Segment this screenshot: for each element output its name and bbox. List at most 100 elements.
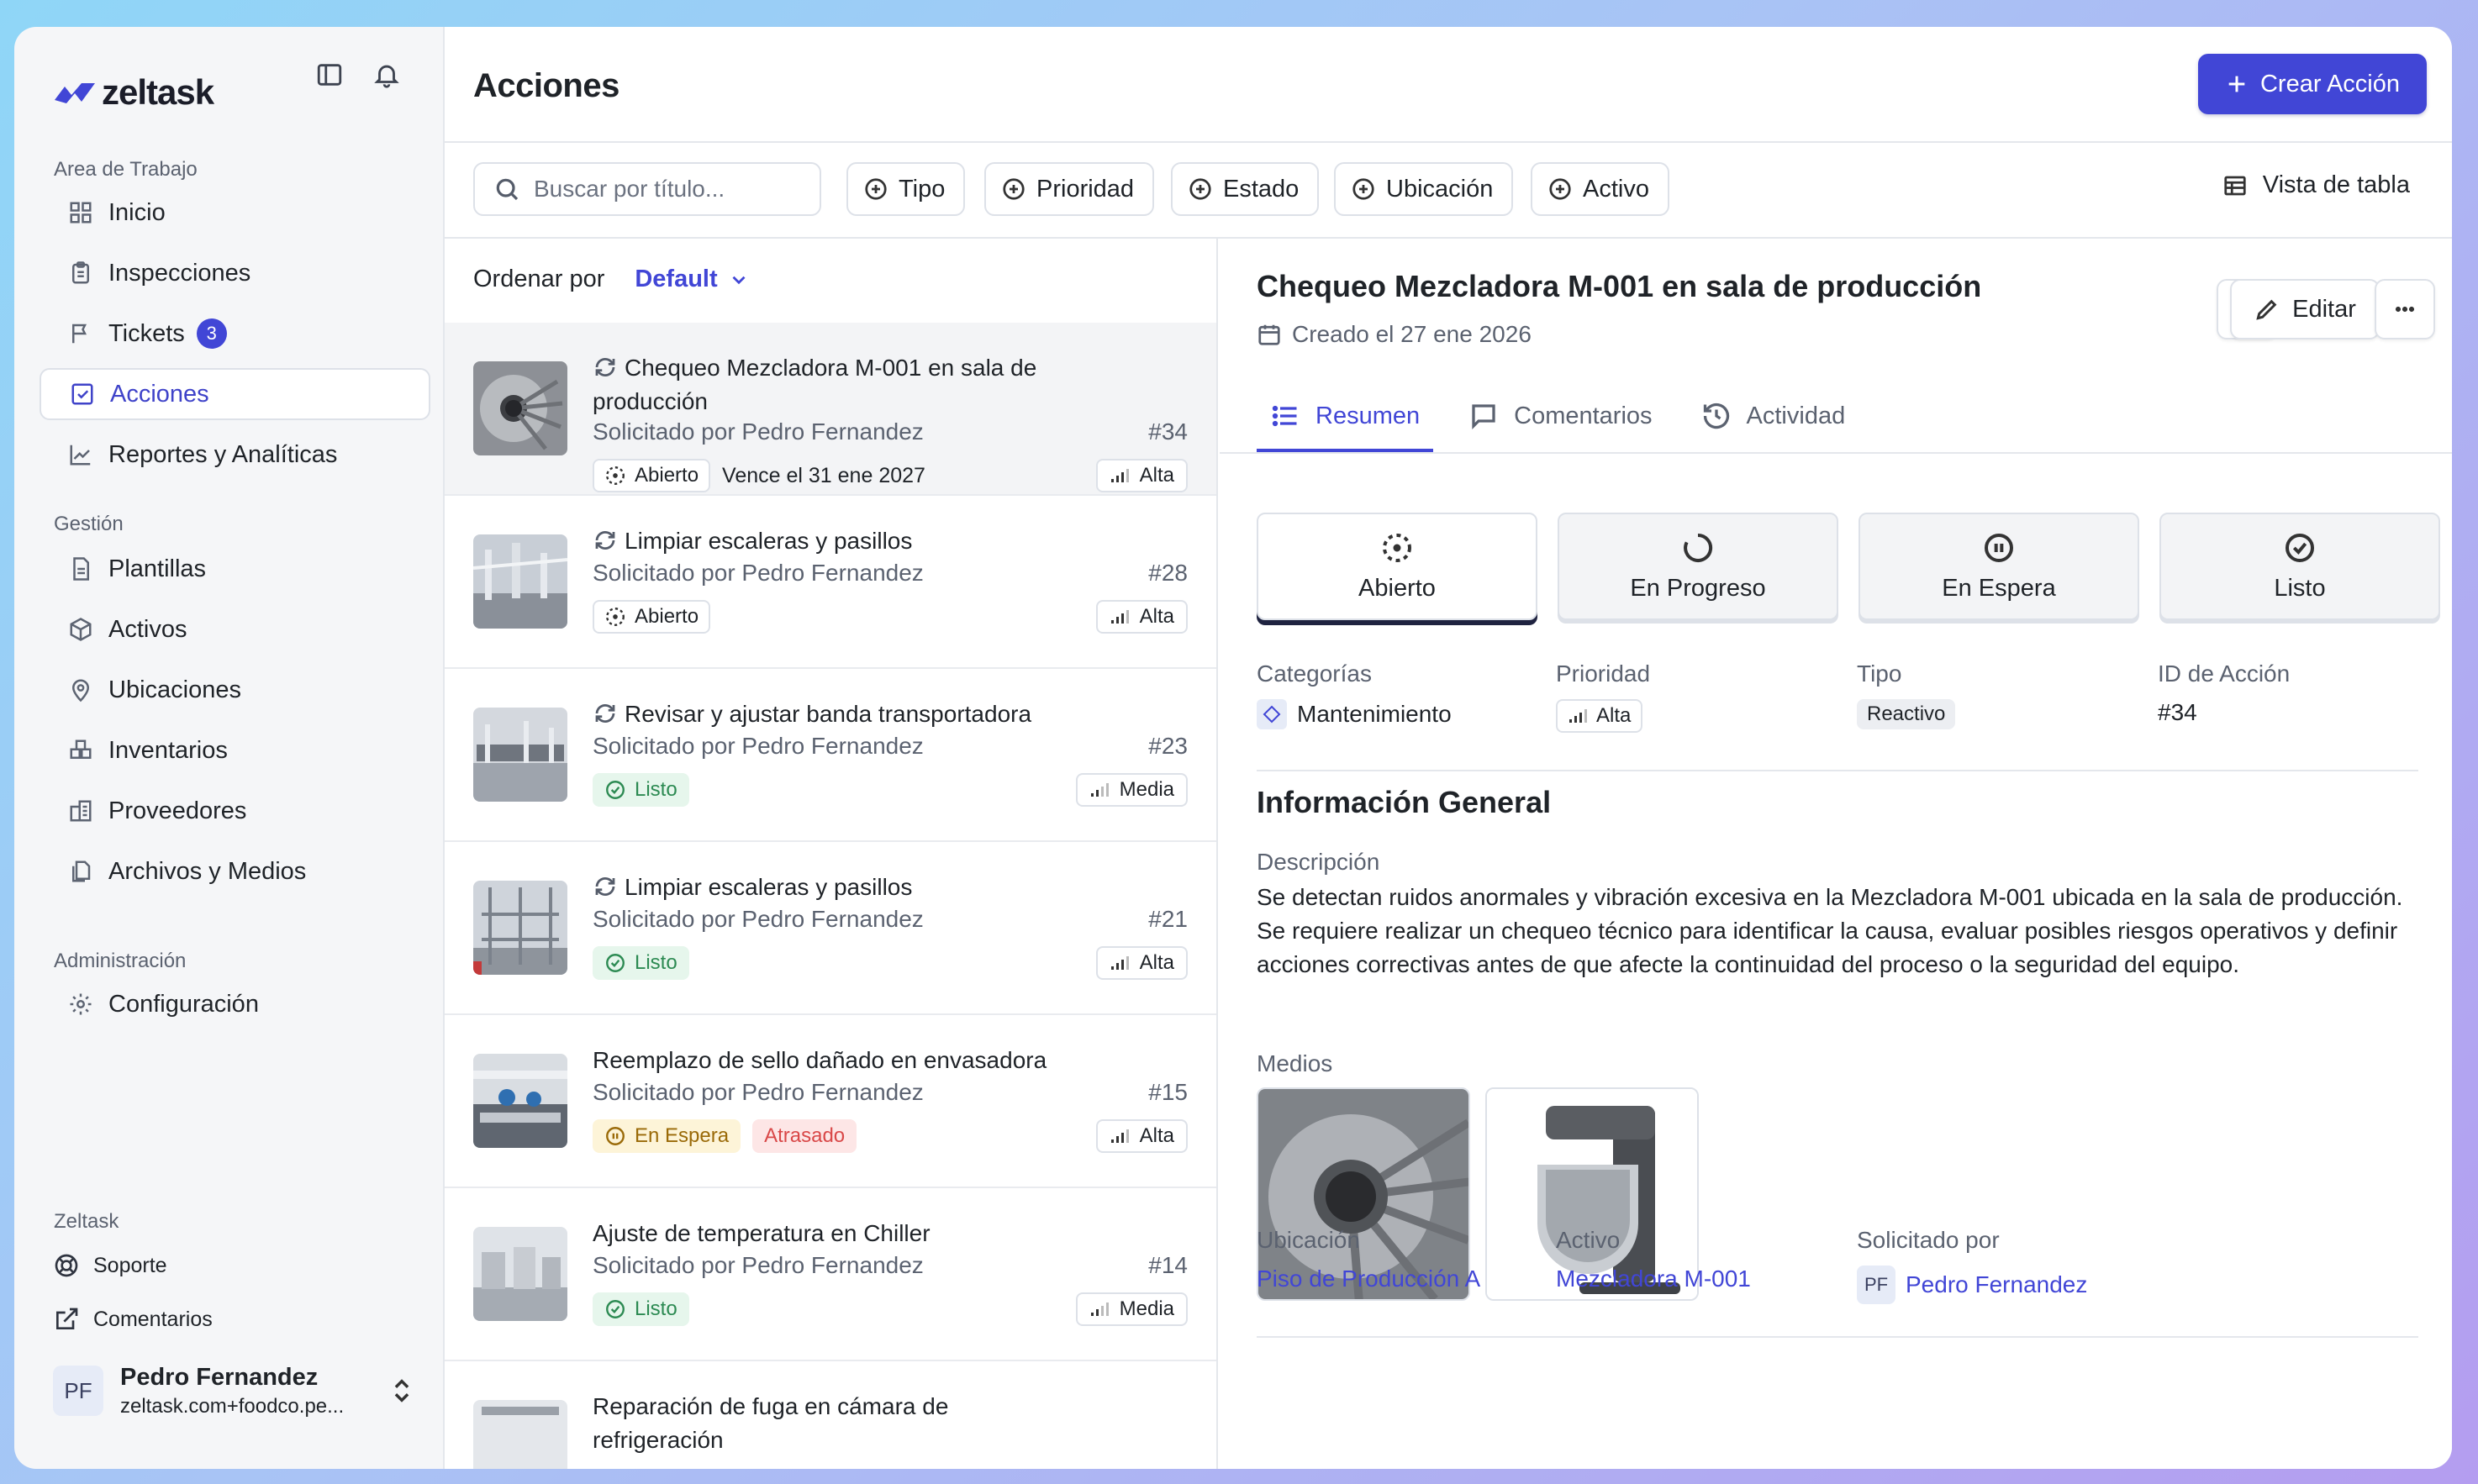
check-circle-icon <box>606 954 625 972</box>
feedback-link[interactable]: Comentarios <box>53 1306 213 1333</box>
item-requester: Solicitado por Pedro Fernandez <box>593 1079 924 1105</box>
item-number: #28 <box>1148 560 1188 586</box>
overdue-badge: Atrasado <box>752 1119 857 1153</box>
list-item[interactable]: Reparación de fuga en cámara de refriger… <box>445 1361 1216 1469</box>
chiller-photo-thumbnail <box>473 1227 567 1321</box>
list-item[interactable]: Chequeo Mezcladora M-001 en sala de prod… <box>445 323 1216 496</box>
status-badge: Abierto <box>593 459 711 492</box>
list-item[interactable]: Limpiar escaleras y pasillos Solicitado … <box>445 496 1216 669</box>
action-id-value: #34 <box>2158 699 2197 725</box>
list-item[interactable]: Ajuste de temperatura en Chiller Solicit… <box>445 1188 1216 1361</box>
avatar: PF <box>1857 1266 1895 1304</box>
filter-estado[interactable]: Estado <box>1171 162 1320 216</box>
state-abierto-button[interactable]: Abierto <box>1257 513 1537 620</box>
checkbox-icon <box>70 382 95 407</box>
signal-icon <box>1090 1302 1109 1316</box>
more-options-button[interactable] <box>2375 279 2435 339</box>
cold-room-photo-thumbnail <box>473 1400 567 1469</box>
admin-section-label: Administración <box>54 950 187 972</box>
status-badge: En Espera <box>593 1119 741 1153</box>
tab-actividad[interactable]: Actividad <box>1688 380 1859 452</box>
sidebar-item-proveedores[interactable]: Proveedores <box>40 785 430 837</box>
logo[interactable]: zeltask <box>53 42 214 143</box>
location-link[interactable]: Piso de Producción A <box>1257 1266 1542 1292</box>
search-box[interactable] <box>473 162 821 216</box>
state-en-progreso-button[interactable]: En Progreso <box>1558 513 1838 620</box>
sidebar-item-reportes[interactable]: Reportes y Analíticas <box>40 429 430 481</box>
page-title: Acciones <box>473 67 620 104</box>
type-badge: Reactivo <box>1857 699 1956 729</box>
filter-label: Estado <box>1223 175 1300 203</box>
type-field: Tipo Reactivo <box>1857 660 2143 729</box>
sidebar-item-inspecciones[interactable]: Inspecciones <box>40 247 430 299</box>
bell-icon[interactable] <box>372 61 401 89</box>
sidebar-item-inventarios[interactable]: Inventarios <box>40 724 430 776</box>
requester-link[interactable]: Pedro Fernandez <box>1906 1271 2087 1298</box>
sidebar-item-label: Tickets <box>108 319 185 347</box>
sidebar-item-archivos[interactable]: Archivos y Medios <box>40 845 430 897</box>
action-id-field: ID de Acción #34 <box>2158 660 2444 726</box>
logo-mark-icon <box>55 83 95 103</box>
section-title: Información General <box>1257 785 1552 819</box>
asset-link[interactable]: Mezcladora M-001 <box>1556 1266 1842 1292</box>
pause-circle-icon <box>606 1127 625 1145</box>
chevron-down-icon <box>732 276 746 284</box>
app-name: zeltask <box>102 72 214 112</box>
item-requester: Solicitado por Pedro Fernandez <box>593 906 924 932</box>
support-link[interactable]: Soporte <box>53 1252 167 1279</box>
filter-label: Tipo <box>899 175 946 203</box>
sidebar-item-label: Archivos y Medios <box>108 857 307 885</box>
signal-icon <box>1110 1129 1129 1143</box>
list-item[interactable]: Reemplazo de sello dañado en envasadora … <box>445 1015 1216 1188</box>
asset-field: Activo Mezcladora M-001 <box>1556 1227 1842 1292</box>
item-requester: Solicitado por Pedro Fernandez <box>593 1252 924 1278</box>
sidebar-toggle-icon[interactable] <box>315 61 344 89</box>
priority-badge: Alta <box>1556 699 1643 733</box>
calendar-icon <box>1258 324 1280 345</box>
tab-comentarios[interactable]: Comentarios <box>1455 380 1665 452</box>
sidebar-item-inicio[interactable]: Inicio <box>40 187 430 239</box>
filter-prioridad[interactable]: Prioridad <box>984 162 1155 216</box>
status-badge: Abierto <box>593 600 711 634</box>
priority-badge: Alta <box>1095 600 1188 634</box>
list-item[interactable]: Revisar y ajustar banda transportadora S… <box>445 669 1216 842</box>
edit-button[interactable]: Editar <box>2230 279 2380 339</box>
table-view-button[interactable]: Vista de tabla <box>2222 171 2410 199</box>
sidebar-item-acciones[interactable]: Acciones <box>40 368 430 420</box>
state-listo-button[interactable]: Listo <box>2159 513 2440 620</box>
plus-icon <box>2228 76 2245 92</box>
filter-tipo[interactable]: Tipo <box>846 162 966 216</box>
chevron-up-down-icon <box>389 1376 414 1409</box>
priority-field: Prioridad Alta <box>1556 660 1842 733</box>
list-item[interactable]: Limpiar escaleras y pasillos Solicitado … <box>445 842 1216 1015</box>
sidebar-item-ubicaciones[interactable]: Ubicaciones <box>40 664 430 716</box>
lifebuoy-icon <box>53 1252 80 1279</box>
filter-label: Prioridad <box>1036 175 1135 203</box>
state-en-espera-button[interactable]: En Espera <box>1858 513 2139 620</box>
sidebar-item-label: Plantillas <box>108 555 207 582</box>
search-input[interactable] <box>534 176 803 203</box>
sidebar-item-configuracion[interactable]: Configuración <box>40 978 430 1030</box>
app-window: zeltask Area de Trabajo Inicio Inspeccio… <box>14 27 2452 1469</box>
sidebar-item-plantillas[interactable]: Plantillas <box>40 543 430 595</box>
create-action-button[interactable]: Crear Acción <box>2198 54 2427 114</box>
item-requester: Solicitado por Pedro Fernandez <box>593 418 924 445</box>
status-badge: Listo <box>593 773 689 807</box>
sidebar-item-activos[interactable]: Activos <box>40 603 430 655</box>
tab-resumen[interactable]: Resumen <box>1257 380 1434 452</box>
sort-control[interactable]: Ordenar por Default <box>473 266 750 293</box>
created-date: Creado el 27 ene 2026 <box>1257 321 1532 348</box>
actions-list: Ordenar por Default Chequeo Mezcladora M… <box>445 239 1218 1469</box>
sidebar-item-tickets[interactable]: Tickets 3 <box>40 308 430 360</box>
filter-activo[interactable]: Activo <box>1531 162 1669 216</box>
user-menu[interactable]: PF Pedro Fernandez zeltask.com+foodco.pe… <box>53 1353 414 1429</box>
item-title: Limpiar escaleras y pasillos <box>593 524 1063 558</box>
filter-ubicacion[interactable]: Ubicación <box>1334 162 1514 216</box>
flag-icon <box>68 321 93 346</box>
sidebar-item-label: Configuración <box>108 990 259 1018</box>
item-number: #21 <box>1148 906 1188 932</box>
detail-title: Chequeo Mezcladora M-001 en sala de prod… <box>1257 269 1982 303</box>
categories-field: Categorías Mantenimiento <box>1257 660 1542 729</box>
description-text: Se detectan ruidos anormales y vibración… <box>1257 884 2403 977</box>
workspace-section-label: Area de Trabajo <box>54 158 198 181</box>
